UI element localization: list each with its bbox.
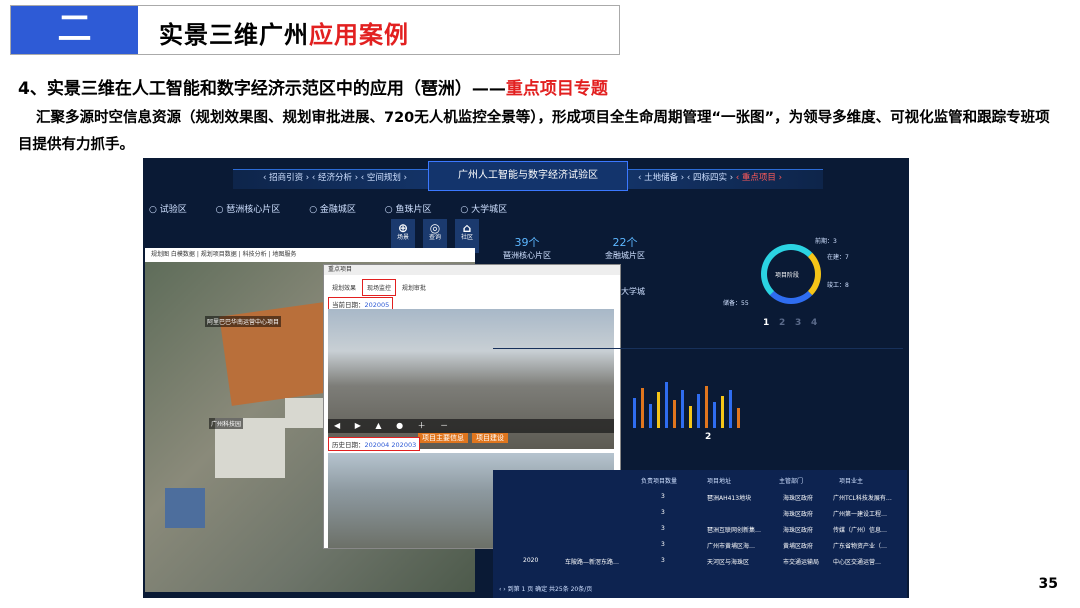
ring-note: 储备：55 [723, 300, 749, 307]
project-table: 负责项目数量 项目地址 主管部门 项目业主 3 琶洲AH413地块 海珠区政府 广州T… [493, 470, 907, 598]
history-date-field[interactable]: 历史日期：202004 202003 [328, 437, 421, 451]
ring-note: 前期：3 [815, 238, 837, 245]
carousel-page[interactable]: 3 [795, 318, 801, 328]
radio-option[interactable]: ○ 琶洲核心片区 [216, 205, 281, 215]
ring-note: 竣工：8 [827, 282, 849, 289]
ring-center-label: 项目阶段 [775, 272, 800, 279]
slide-title: 实景三维广州应用案例 [159, 21, 409, 49]
nav-center-title: 广州人工智能与数字经济试验区 [428, 161, 628, 191]
map-label: 阿里巴巴华南运营中心项目 [205, 316, 282, 327]
nav-key-projects: ‹ 重点项目 › [735, 173, 783, 183]
bar-chart [633, 378, 753, 428]
slide-header: 二 实景三维广州应用案例 [10, 5, 620, 55]
building [165, 488, 205, 528]
search-icon: ◎ [429, 221, 441, 235]
table-row[interactable]: 3 琶洲互联网创新集… 海珠区政府 传媒（广州）信息… [493, 522, 903, 536]
nav-left-items[interactable]: ‹ 招商引资 › ‹ 经济分析 › ‹ 空间规划 › [263, 171, 407, 183]
chart-page[interactable]: 2 [705, 432, 711, 442]
table-row[interactable]: 3 广州市黄埔区海… 黄埔区政府 广东省物资产业（… [493, 538, 903, 552]
table-row[interactable]: 3 海珠区政府 广州第一建设工程… [493, 506, 903, 520]
top-navigation: ‹ 招商引资 › ‹ 经济分析 › ‹ 空间规划 › 广州人工智能与数字经济试验… [233, 161, 823, 191]
stat-pazhou: 39个 琶洲核心片区 [503, 236, 551, 260]
section-number: 二 [11, 6, 138, 54]
dashboard-screenshot: ‹ 招商引资 › ‹ 经济分析 › ‹ 空间规划 › 广州人工智能与数字经济试验… [143, 158, 909, 598]
radio-option[interactable]: ○ 试验区 [149, 205, 187, 215]
table-header: 负责项目数量 项目地址 主管部门 项目业主 [641, 478, 864, 485]
home-icon: ⌂ [462, 221, 472, 235]
globe-icon: ⊕ [397, 221, 409, 235]
radio-option[interactable]: ○ 大学城区 [460, 205, 507, 215]
tab-site-monitor[interactable]: 现场监控 [361, 279, 396, 296]
radio-option[interactable]: ○ 金融城区 [309, 205, 356, 215]
ring-note: 在建：7 [827, 254, 849, 261]
carousel-page[interactable]: 1 [763, 318, 769, 328]
section-heading: 4、实景三维在人工智能和数字经济示范区中的应用（琶洲）——重点项目专题 [18, 79, 608, 99]
stat-jinrongcheng: 22个 金融城片区 [605, 236, 645, 260]
table-pager[interactable]: ‹ › 到第 1 页 确定 共25条 20条/页 [499, 584, 592, 593]
table-row[interactable]: 3 琶洲AH413地块 海珠区政府 广州TCL科技发展有… [493, 490, 903, 504]
description-paragraph: 汇聚多源时空信息资源（规划效果图、规划审批进展、720无人机监控全景等），形成项… [18, 110, 1050, 153]
page-number: 35 [1038, 576, 1058, 592]
stat-label-daxuecheng: 大学城 [621, 287, 645, 296]
radio-option[interactable]: ○ 鱼珠片区 [385, 205, 432, 215]
carousel-page[interactable]: 2 [779, 318, 785, 328]
popup-title: 重点项目 [324, 265, 620, 275]
nav-right-items[interactable]: ‹ 土地储备 › ‹ 四标四实 › ‹ 重点项目 › [638, 171, 782, 183]
tab-plan-effect[interactable]: 规划效果 [328, 280, 360, 295]
tab-plan-approval[interactable]: 规划审批 [398, 280, 430, 295]
table-row[interactable]: 2020 车陂路—新滘东路… 3 天河区与海珠区 市交通运输局 中心区交通运营… [493, 554, 903, 568]
map-toolbar[interactable]: 规划图 白模数据 | 规划项目数据 | 科技分析 | 地图服务 [145, 248, 475, 262]
carousel-page[interactable]: 4 [811, 318, 817, 328]
area-radio-group[interactable]: ○ 试验区 ○ 琶洲核心片区 ○ 金融城区 ○ 鱼珠片区 ○ 大学城区 [149, 202, 533, 215]
map-label: 广州科技园 [209, 418, 244, 429]
popup-tabs: 规划效果 现场监控 规划审批 [328, 279, 430, 296]
